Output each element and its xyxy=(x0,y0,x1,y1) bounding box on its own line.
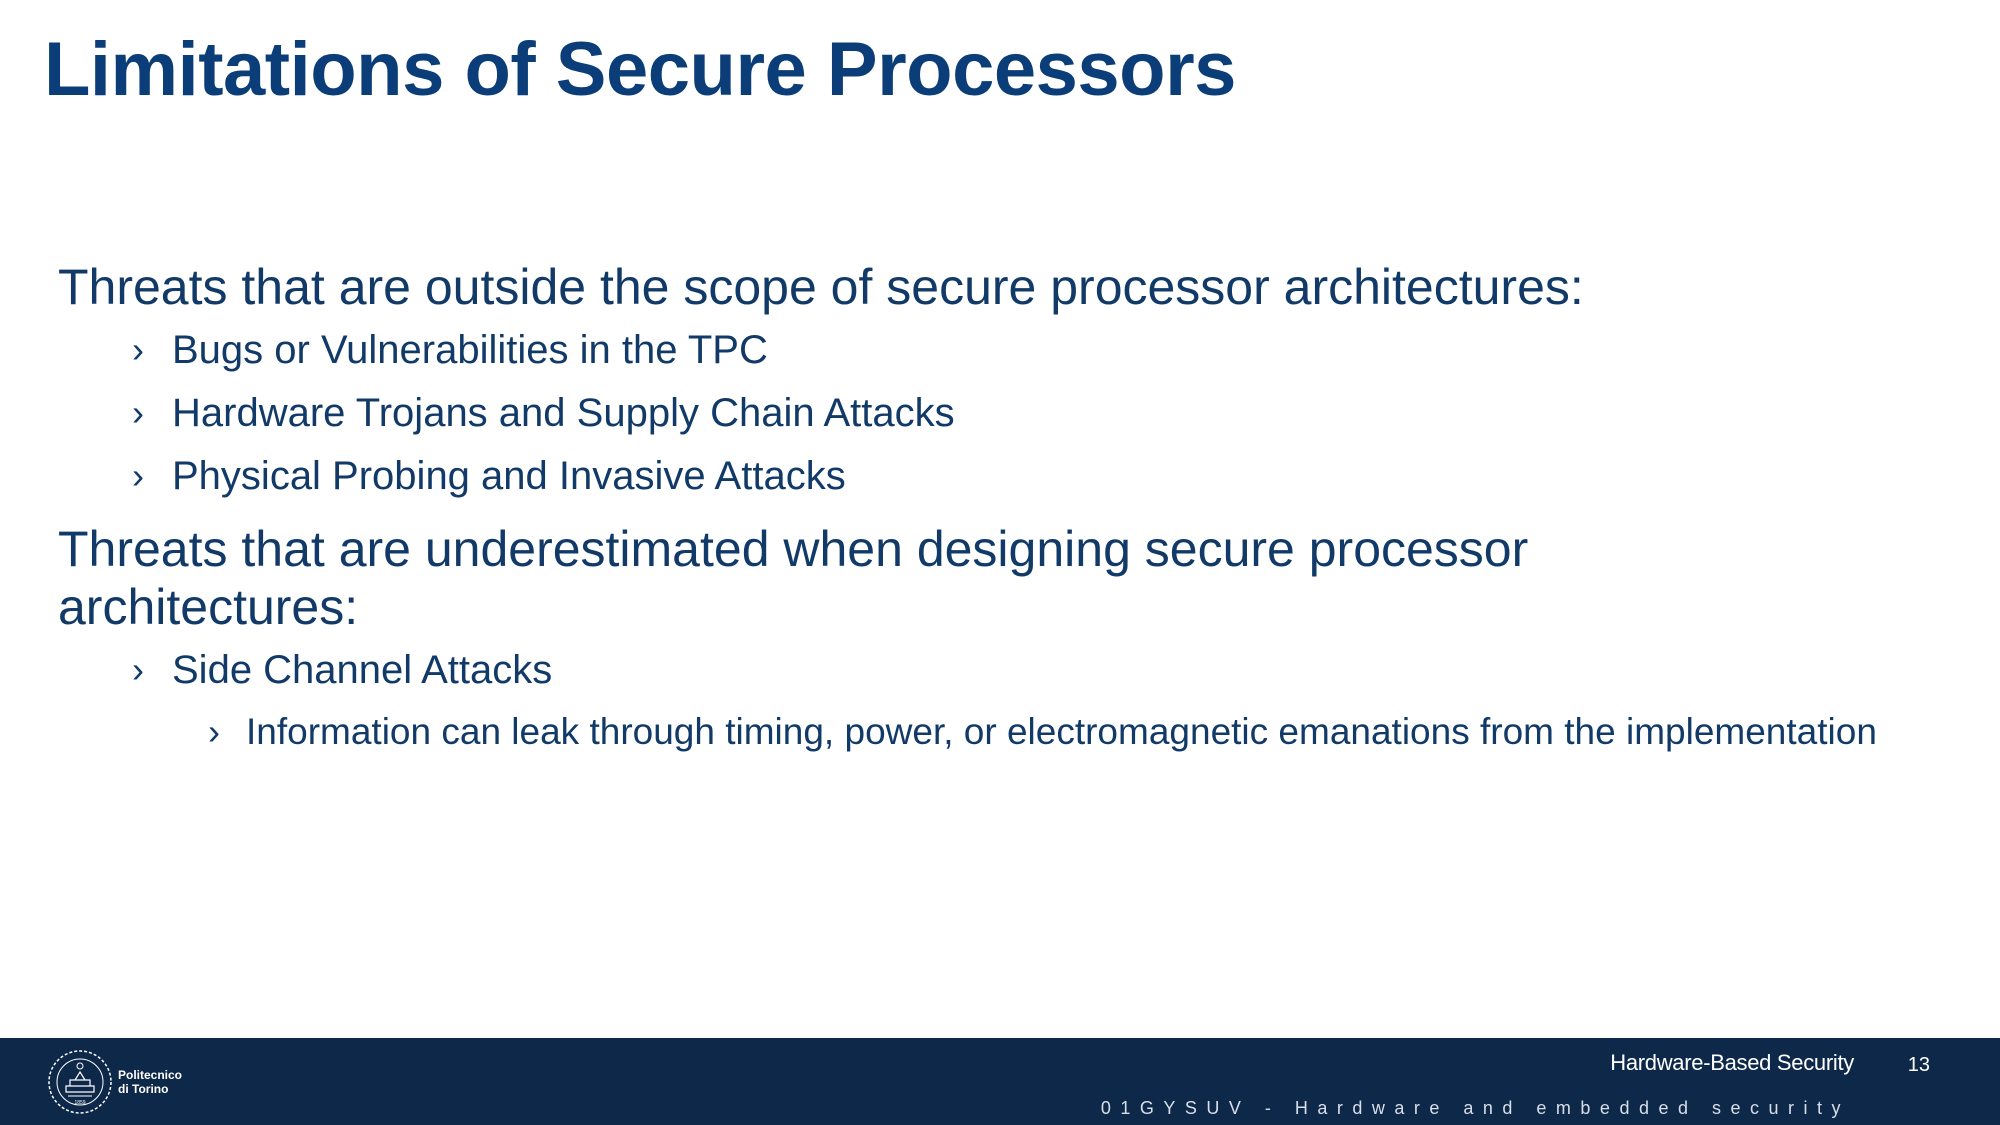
bullet-item: › Hardware Trojans and Supply Chain Atta… xyxy=(58,389,1918,437)
bullet-chevron-icon: › xyxy=(132,649,144,690)
section-outside-scope: Threats that are outside the scope of se… xyxy=(58,258,1918,500)
logo-line-2: di Torino xyxy=(118,1082,169,1096)
bullet-chevron-icon: › xyxy=(132,455,144,496)
bullet-text: Hardware Trojans and Supply Chain Attack… xyxy=(172,391,955,435)
logo-line-1: Politecnico xyxy=(118,1068,183,1082)
section-heading-underestimated: Threats that are underestimated when des… xyxy=(58,521,1529,635)
logo-wordmark: Politecnico di Torino xyxy=(118,1068,182,1096)
bullet-item: › Bugs or Vulnerabilities in the TPC xyxy=(58,326,1918,374)
politecnico-seal-icon: 1859 xyxy=(48,1050,112,1114)
logo-year: 1859 xyxy=(74,1100,85,1106)
course-code-line: 01GYSUV - Hardware and embedded security xyxy=(1100,1098,1850,1118)
bullet-chevron-icon: › xyxy=(132,392,144,433)
footer-title: Hardware-Based Security xyxy=(1610,1050,1854,1075)
section-underestimated: Threats that are underestimated when des… xyxy=(58,520,1918,754)
section-heading-outside-scope: Threats that are outside the scope of se… xyxy=(58,259,1584,315)
bullet-text: Side Channel Attacks xyxy=(172,648,553,692)
bullet-text: Bugs or Vulnerabilities in the TPC xyxy=(172,328,768,372)
bullet-chevron-icon: › xyxy=(132,329,144,370)
bullet-chevron-icon: › xyxy=(208,711,220,752)
slide-content: Threats that are outside the scope of se… xyxy=(58,258,1918,754)
sub-bullet-item: › Information can leak through timing, p… xyxy=(58,709,1918,754)
bullet-item: › Side Channel Attacks xyxy=(58,646,1918,694)
slide-footer: 1859 Politecnico di Torino Hardware-Base… xyxy=(0,1038,2000,1125)
bullet-text: Physical Probing and Invasive Attacks xyxy=(172,454,846,498)
slide-title: Limitations of Secure Processors xyxy=(44,27,1236,112)
bullet-item: › Physical Probing and Invasive Attacks xyxy=(58,452,1918,500)
sub-bullet-text: Information can leak through timing, pow… xyxy=(246,711,1877,752)
page-number: 13 xyxy=(1907,1054,1930,1076)
